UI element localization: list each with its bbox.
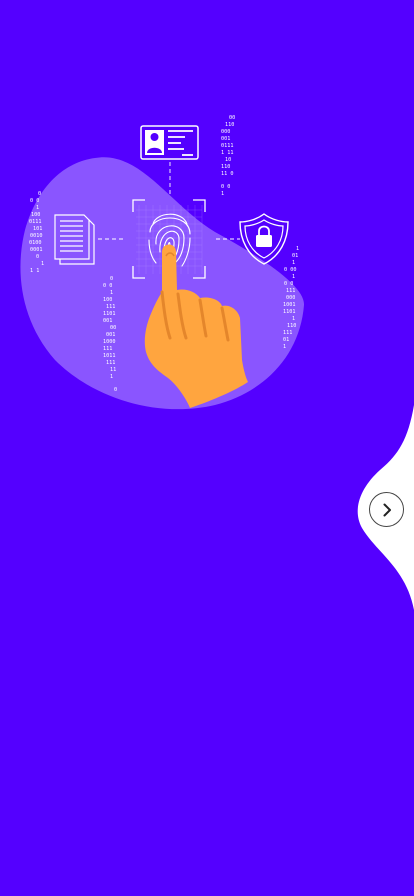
- side-wave: [357, 405, 414, 610]
- chevron-right-icon: [383, 503, 391, 516]
- onboarding-screen: 0 0 0 1 100 0111 101 0010 0100 0001 0 1 …: [0, 0, 414, 896]
- next-button[interactable]: [369, 492, 404, 527]
